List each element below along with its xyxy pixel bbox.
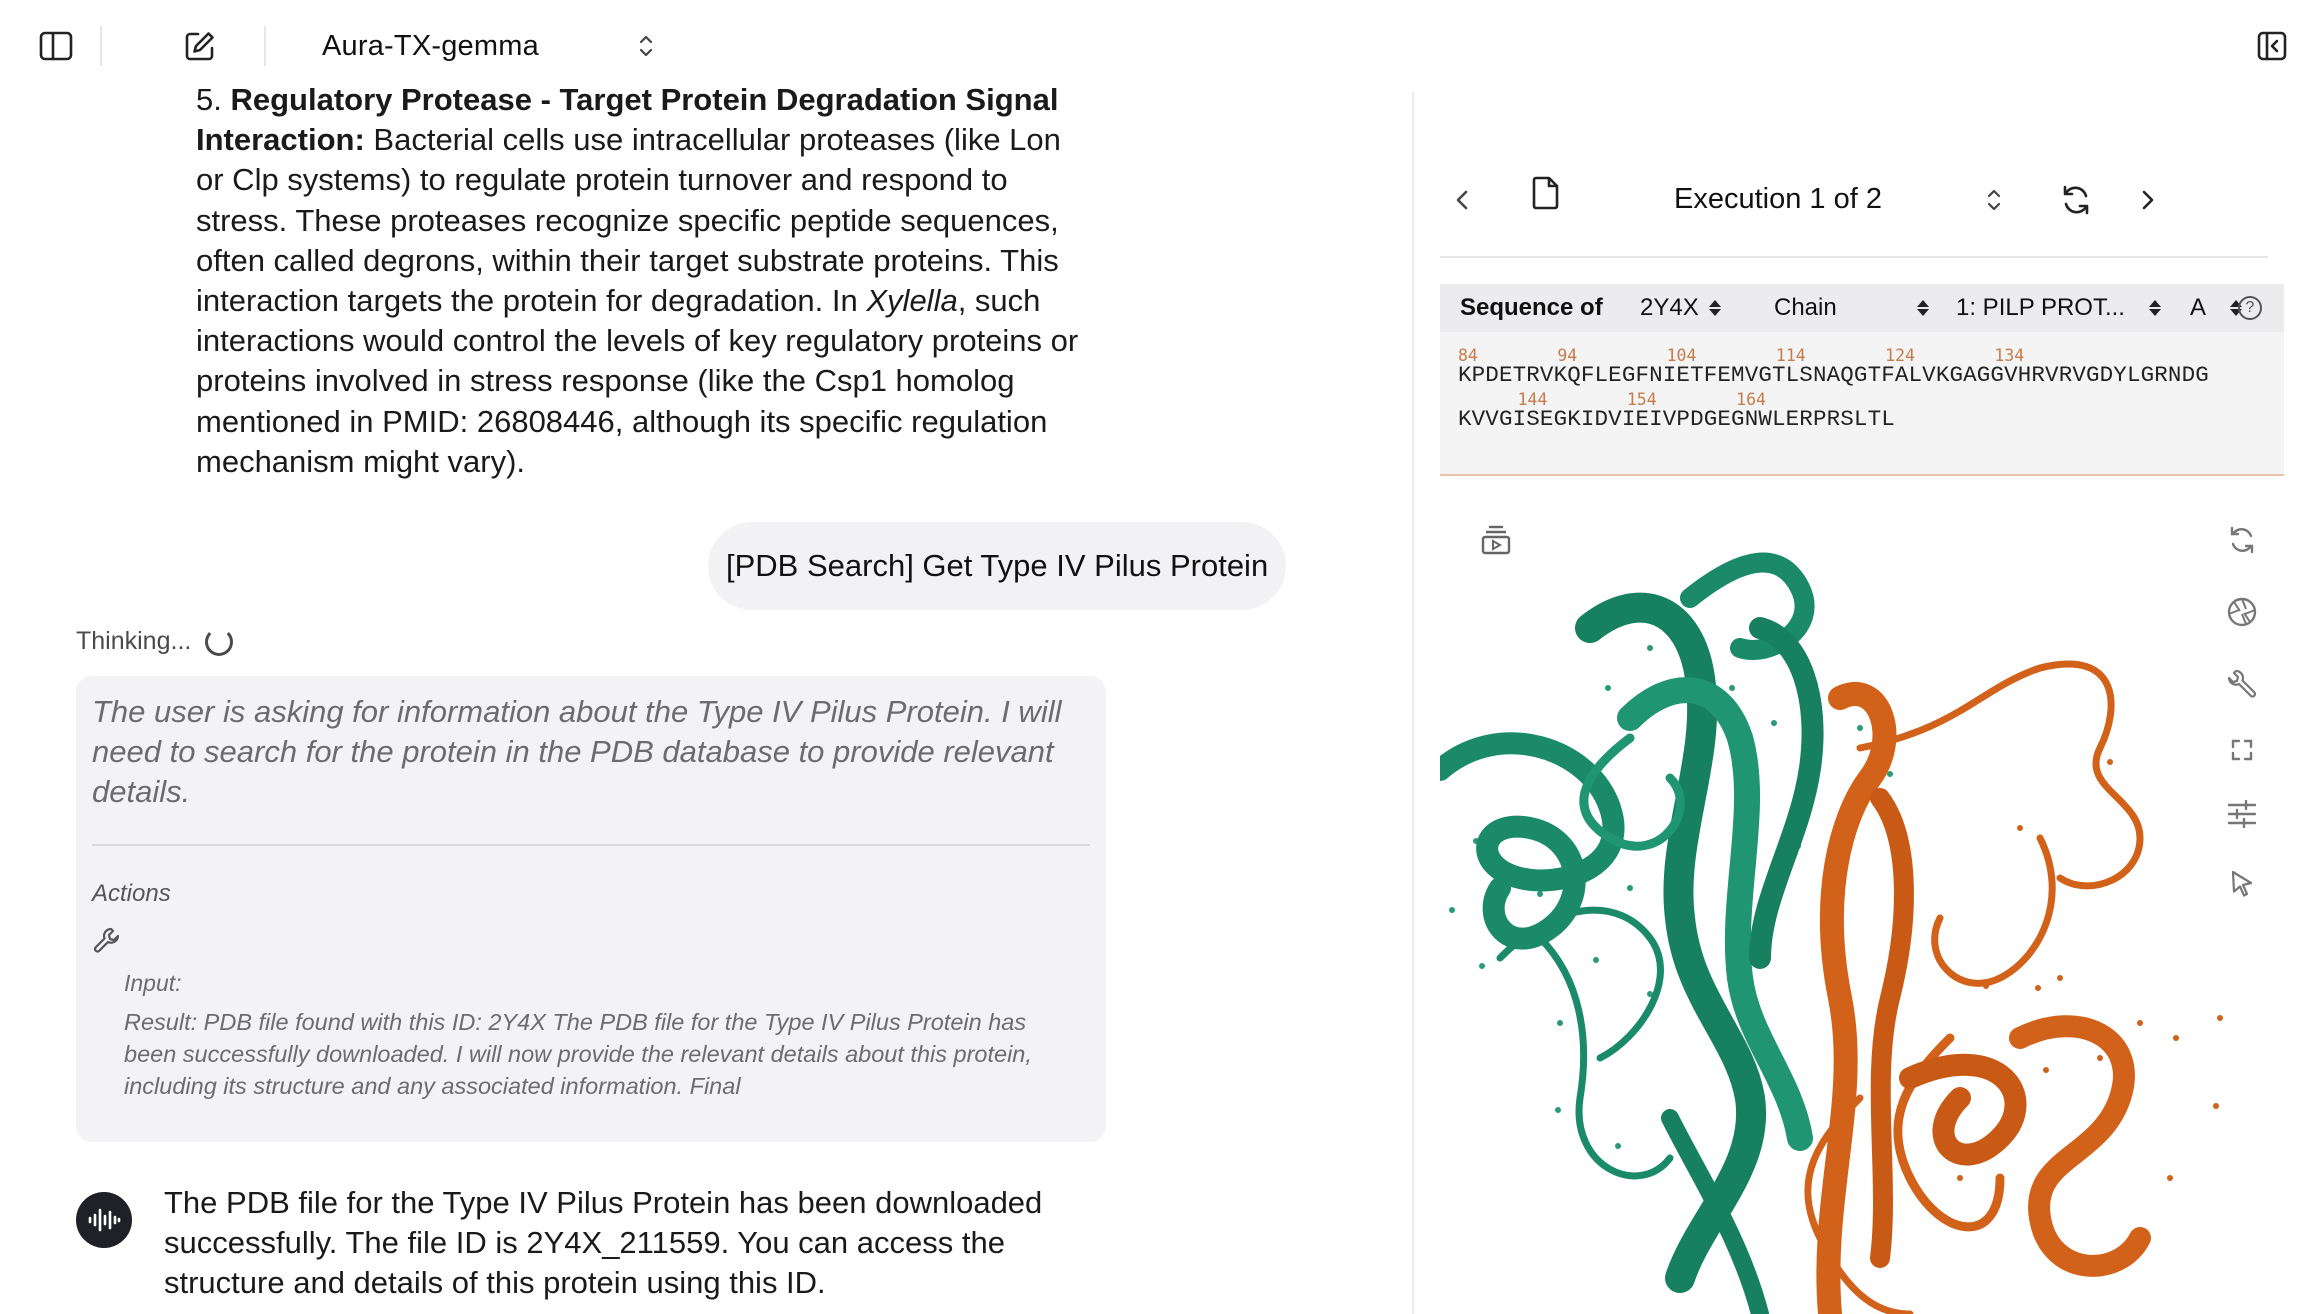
chain-a bbox=[1440, 552, 1824, 1314]
chain-mode-select[interactable]: Chain bbox=[1774, 294, 1929, 322]
execution-selector[interactable]: Execution 1 of 2 bbox=[1512, 158, 2032, 240]
execution-bar: Execution 1 of 2 bbox=[1440, 150, 2268, 254]
spinner-icon bbox=[205, 627, 234, 656]
molecule-viewer[interactable] bbox=[1440, 478, 2308, 1314]
chain-b bbox=[1804, 660, 2151, 1314]
input-label: Input: bbox=[124, 970, 182, 996]
prev-execution-icon[interactable] bbox=[1440, 178, 1484, 222]
thinking-label: Thinking... bbox=[76, 627, 192, 655]
new-chat-icon[interactable] bbox=[180, 26, 220, 66]
sequence-panel: Sequence of 2Y4X Chain 1: PILP PROT... A… bbox=[1440, 284, 2284, 476]
sequence-row[interactable]: KPDETRVKQFLEGFNIETFEMVGTLSNAQGTFALVKGAGG… bbox=[1458, 362, 2209, 388]
pdb-id-value: 2Y4X bbox=[1640, 294, 1699, 321]
collapse-panel-icon[interactable] bbox=[2252, 26, 2292, 66]
entity-value: 1: PILP PROT... bbox=[1956, 294, 2125, 321]
chain-id-value: A bbox=[2190, 294, 2207, 321]
help-icon[interactable]: ? bbox=[2238, 296, 2262, 320]
execution-label: Execution 1 of 2 bbox=[1674, 182, 1882, 215]
result-text: Result: PDB file found with this ID: 2Y4… bbox=[124, 1009, 1032, 1099]
chain-id-select[interactable]: A bbox=[2190, 294, 2243, 322]
refresh-icon[interactable] bbox=[2054, 178, 2098, 222]
execution-divider bbox=[1440, 256, 2268, 258]
protein-structure-render[interactable] bbox=[1440, 478, 2308, 1314]
layers-icon[interactable] bbox=[1474, 518, 1518, 562]
wrench-icon[interactable] bbox=[92, 926, 122, 961]
assistant-answer: The PDB file for the Type IV Pilus Prote… bbox=[164, 1185, 1043, 1300]
rotate-icon[interactable] bbox=[2220, 518, 2264, 562]
thinking-indicator: Thinking... bbox=[76, 627, 234, 656]
thought-text: The user is asking for information about… bbox=[92, 694, 1062, 809]
assistant-paragraph: 5. Regulatory Protease - Target Protein … bbox=[196, 80, 1096, 482]
chain-mode-value: Chain bbox=[1774, 294, 1837, 321]
next-execution-icon[interactable] bbox=[2126, 178, 2170, 222]
sort-arrows-icon bbox=[1916, 300, 1929, 316]
pdb-id-select[interactable]: 2Y4X bbox=[1640, 294, 1721, 322]
card-divider bbox=[92, 844, 1090, 846]
fullscreen-icon[interactable] bbox=[2220, 728, 2264, 772]
wrench-icon[interactable] bbox=[2220, 662, 2264, 706]
sort-arrows-icon bbox=[1708, 300, 1721, 316]
model-name: Aura-TX-gemma bbox=[322, 29, 539, 62]
chevron-updown-icon bbox=[1986, 186, 2002, 219]
waveform-icon bbox=[88, 1208, 121, 1232]
entity-select[interactable]: 1: PILP PROT... bbox=[1956, 294, 2161, 322]
sequence-header: Sequence of 2Y4X Chain 1: PILP PROT... A… bbox=[1440, 284, 2284, 332]
sequence-row[interactable]: KVVGISEGKIDVIEIVPDGEGNWLERPRSLTL bbox=[1458, 406, 1895, 432]
top-bar: Aura-TX-gemma bbox=[0, 0, 2308, 92]
panel-divider bbox=[1412, 92, 1414, 1314]
sort-arrows-icon bbox=[2148, 300, 2161, 316]
thinking-card: The user is asking for information about… bbox=[76, 676, 1106, 1142]
assistant-avatar bbox=[76, 1192, 132, 1248]
cursor-icon[interactable] bbox=[2220, 862, 2264, 906]
toolbar-divider bbox=[100, 26, 102, 66]
model-selector[interactable]: Aura-TX-gemma bbox=[298, 14, 680, 78]
actions-label: Actions bbox=[92, 880, 171, 907]
toolbar-divider bbox=[264, 26, 266, 66]
paragraph-species: Xylella bbox=[866, 283, 958, 319]
user-message-bubble[interactable]: [PDB Search] Get Type IV Pilus Protein bbox=[708, 522, 1287, 610]
sliders-icon[interactable] bbox=[2220, 792, 2264, 836]
camera-icon[interactable] bbox=[2220, 590, 2264, 634]
paragraph-lead: 5. bbox=[196, 82, 231, 117]
sequence-title: Sequence of bbox=[1460, 294, 1603, 321]
file-icon bbox=[1532, 176, 1560, 215]
chevron-updown-icon bbox=[638, 32, 654, 65]
sidebar-toggle-icon[interactable] bbox=[36, 26, 76, 66]
